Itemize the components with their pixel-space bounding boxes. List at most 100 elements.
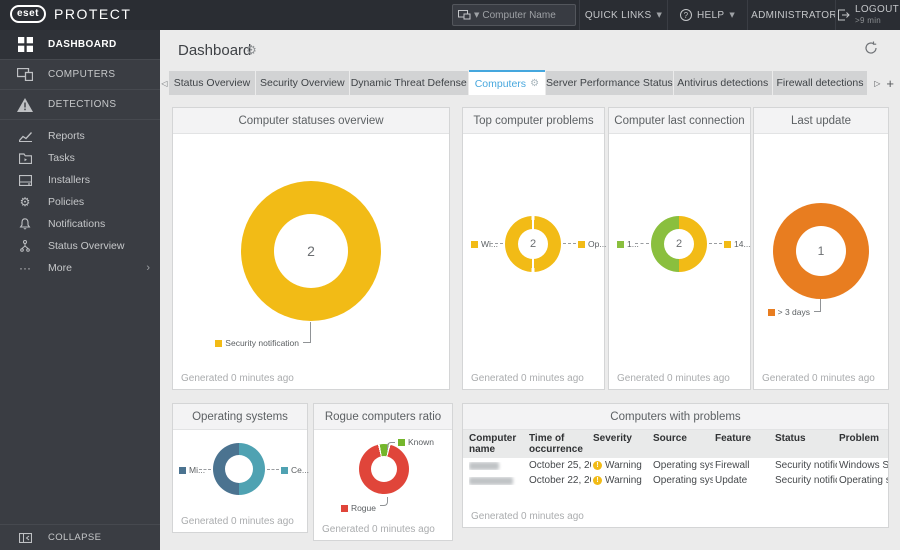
- help-label: HELP: [696, 9, 725, 21]
- cell-problem: Windows Secur...: [839, 460, 888, 471]
- donut-chart-computer-statuses[interactable]: 2: [241, 181, 381, 321]
- dashboard-settings-gear-icon[interactable]: ⚙: [246, 43, 257, 57]
- cell-feature: Firewall: [715, 460, 750, 471]
- sidebar-item-reports[interactable]: Reports: [0, 125, 160, 147]
- dashboard-tab-strip: ◁ Status Overview Security Overview Dyna…: [160, 70, 900, 95]
- tab-firewall-detections[interactable]: Firewall detections: [772, 71, 868, 95]
- legend-connector: [635, 243, 649, 244]
- warning-triangle-icon: [16, 97, 34, 112]
- panel-title[interactable]: Top computer problems: [463, 108, 604, 134]
- warning-icon: !: [593, 476, 602, 485]
- tab-dynamic-threat-defense[interactable]: Dynamic Threat Defense: [349, 71, 468, 95]
- column-header[interactable]: Source: [653, 433, 713, 455]
- collapse-label: COLLAPSE: [48, 532, 102, 543]
- tab-computers[interactable]: Computers ⚙: [468, 70, 545, 95]
- panel-computer-last-connection: Computer last connection 2 1... 14... Ge…: [608, 107, 751, 390]
- cell-severity: ! Warning: [593, 460, 651, 471]
- tab-label: Status Overview: [173, 77, 251, 89]
- cell-status: Security notific...: [775, 475, 837, 486]
- logout-timer: >9 min: [854, 16, 882, 25]
- collapse-button[interactable]: COLLAPSE: [0, 524, 160, 550]
- tab-scroll-right-icon[interactable]: ▷: [874, 79, 880, 88]
- cell-source: Operating syst...: [653, 475, 713, 486]
- eset-logo: eset PROTECT: [10, 5, 131, 23]
- donut-chart-operating-systems[interactable]: [213, 443, 265, 495]
- legend-swatch: [398, 438, 405, 446]
- panel-title[interactable]: Computer statuses overview: [173, 108, 449, 134]
- generated-timestamp: Generated 0 minutes ago: [617, 373, 730, 384]
- donut-center-value: 1: [796, 226, 846, 276]
- column-header[interactable]: Status: [775, 433, 837, 455]
- column-header[interactable]: Computer name: [469, 433, 527, 455]
- bell-icon: [16, 218, 34, 230]
- search-input[interactable]: [482, 9, 561, 21]
- reports-icon: [16, 131, 34, 142]
- tab-label: Computers: [474, 77, 527, 90]
- refresh-icon[interactable]: [864, 41, 878, 60]
- quick-links-menu[interactable]: QUICK LINKS ▼: [579, 0, 667, 30]
- sidebar-item-label: Policies: [48, 196, 85, 208]
- logout-label: LOGOUT: [854, 4, 900, 15]
- donut-chart-rogue-ratio[interactable]: [359, 444, 409, 494]
- donut-center-value: [225, 455, 253, 483]
- quick-links-label: QUICK LINKS: [584, 9, 652, 21]
- tab-label: Firewall detections: [776, 77, 864, 89]
- table-row[interactable]: October 25, 20...!WarningOperating syst.…: [463, 458, 888, 473]
- sidebar-item-installers[interactable]: Installers: [0, 169, 160, 191]
- panel-title[interactable]: Rogue computers ratio: [314, 404, 452, 430]
- legend-left: Wi...: [471, 239, 498, 249]
- tab-status-overview[interactable]: Status Overview: [168, 71, 255, 95]
- panel-top-computer-problems: Top computer problems 2 Wi... Op... Gene…: [462, 107, 606, 390]
- help-menu[interactable]: ? HELP ▼: [667, 0, 747, 30]
- tab-antivirus-detections[interactable]: Antivirus detections: [673, 71, 772, 95]
- cell-severity: ! Warning: [593, 475, 651, 486]
- sidebar-item-status-overview[interactable]: Status Overview: [0, 235, 160, 257]
- problems-table-head: Computer name Time of occurrence Severity S…: [463, 430, 888, 458]
- panel-title[interactable]: Last update: [754, 108, 888, 134]
- cell-time: October 25, 20...: [529, 460, 591, 471]
- donut-chart-last-update[interactable]: 1: [773, 203, 869, 299]
- column-header[interactable]: Time of occurrence: [529, 433, 591, 455]
- sidebar-item-notifications[interactable]: Notifications: [0, 213, 160, 235]
- chevron-down-icon[interactable]: ▼: [474, 11, 479, 19]
- legend-label: Rogue: [350, 503, 376, 513]
- eset-logo-badge: eset: [10, 5, 47, 23]
- cell-status: Security notific...: [775, 460, 837, 471]
- tab-security-overview[interactable]: Security Overview: [255, 71, 349, 95]
- table-row[interactable]: October 22, 20...!WarningOperating syst.…: [463, 473, 888, 488]
- sidebar-item-tasks[interactable]: Tasks: [0, 147, 160, 169]
- panel-title[interactable]: Operating systems: [173, 404, 307, 430]
- panel-title[interactable]: Computer last connection: [609, 108, 750, 134]
- column-header[interactable]: Severity: [593, 433, 651, 455]
- panel-title[interactable]: Computers with problems: [463, 404, 888, 430]
- cell-time: October 22, 20...: [529, 475, 591, 486]
- sidebar-item-label: DETECTIONS: [48, 99, 117, 110]
- sidebar: DASHBOARD COMPUTERS DETECTIONS Reports T…: [0, 30, 160, 550]
- sidebar-item-label: Status Overview: [48, 240, 125, 252]
- tab-gear-icon[interactable]: ⚙: [530, 78, 539, 89]
- column-header[interactable]: Feature: [715, 433, 773, 455]
- sidebar-item-detections[interactable]: DETECTIONS: [0, 90, 160, 120]
- product-name: PROTECT: [54, 6, 132, 22]
- donut-chart-last-connection[interactable]: 2: [651, 216, 707, 272]
- donut-chart-top-problems[interactable]: 2: [505, 216, 561, 272]
- tab-scroll-left-icon[interactable]: ◁: [160, 79, 169, 95]
- column-header[interactable]: Problem: [839, 433, 888, 455]
- sidebar-item-policies[interactable]: ⚙ Policies: [0, 191, 160, 213]
- sidebar-item-computers[interactable]: COMPUTERS: [0, 60, 160, 90]
- logout-button[interactable]: LOGOUT >9 min: [835, 0, 900, 30]
- legend-security-notification: Security notification: [215, 338, 299, 348]
- sidebar-item-dashboard[interactable]: DASHBOARD: [0, 30, 160, 60]
- legend-right: Op...: [578, 239, 606, 249]
- tab-server-performance-status[interactable]: Server Performance Status: [545, 71, 673, 95]
- generated-timestamp: Generated 0 minutes ago: [471, 511, 584, 522]
- branch-icon: [16, 240, 34, 252]
- legend-right: Ce...: [281, 465, 309, 475]
- computer-search-box[interactable]: ▼: [452, 4, 576, 26]
- sidebar-item-more[interactable]: ··· More ›: [0, 257, 160, 279]
- add-tab-icon[interactable]: +: [886, 76, 894, 91]
- panel-computers-with-problems: Computers with problems Computer name Tim…: [462, 403, 889, 528]
- administrator-menu[interactable]: ADMINISTRATOR: [747, 0, 837, 30]
- sidebar-item-label: Reports: [48, 130, 85, 142]
- legend-swatch: [340, 504, 348, 512]
